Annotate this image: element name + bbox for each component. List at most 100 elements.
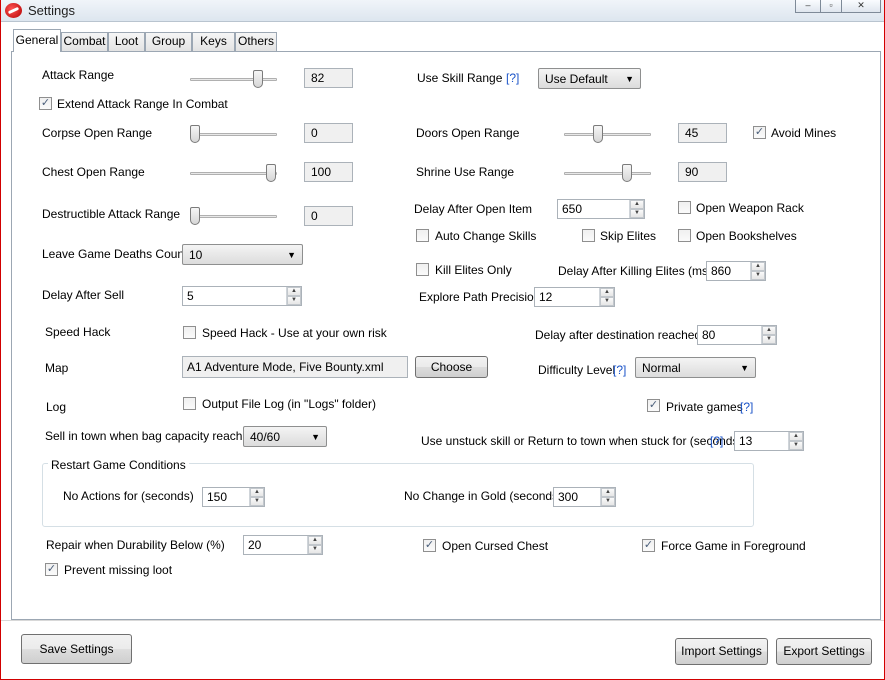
spin-down-button[interactable]: ▼ — [250, 497, 264, 506]
delay-after-destination-input[interactable]: 80 ▲ ▼ — [697, 325, 777, 345]
difficulty-label: Difficulty Level — [538, 363, 616, 377]
explore-path-precision-label: Explore Path Precision — [419, 290, 541, 304]
minimize-button[interactable]: ‒ — [795, 0, 821, 13]
spin-up-button[interactable]: ▲ — [601, 488, 615, 497]
spin-up-button[interactable]: ▲ — [789, 432, 803, 441]
slider-thumb[interactable] — [253, 70, 263, 88]
avoid-mines-checkbox[interactable]: ✓ — [753, 126, 766, 139]
private-games-help[interactable]: [?] — [740, 400, 753, 414]
spin-down-button[interactable]: ▼ — [600, 297, 614, 306]
spin-down-button[interactable]: ▼ — [762, 335, 776, 344]
speed-hack-checkbox-label: Speed Hack - Use at your own risk — [202, 326, 387, 340]
output-file-log-checkbox[interactable] — [183, 397, 196, 410]
sell-in-town-select[interactable]: 40/60 ▼ — [243, 426, 327, 447]
auto-change-skills-label: Auto Change Skills — [435, 229, 537, 243]
doors-open-range-slider[interactable] — [564, 124, 651, 144]
leave-game-deaths-select[interactable]: 10 ▼ — [182, 244, 303, 265]
save-settings-button[interactable]: Save Settings — [21, 634, 132, 664]
no-actions-label: No Actions for (seconds) — [63, 489, 194, 503]
shrine-use-range-slider[interactable] — [564, 163, 651, 183]
open-bookshelves-label: Open Bookshelves — [696, 229, 797, 243]
delay-after-destination-label: Delay after destination reached — [535, 328, 702, 342]
spin-down-button[interactable]: ▼ — [308, 545, 322, 554]
output-file-log-label: Output File Log (in "Logs" folder) — [202, 397, 376, 411]
destructible-attack-range-slider[interactable] — [190, 206, 277, 226]
auto-change-skills-checkbox[interactable] — [416, 229, 429, 242]
slider-thumb[interactable] — [593, 125, 603, 143]
open-cursed-chest-checkbox[interactable]: ✓ — [423, 539, 436, 552]
unstuck-label: Use unstuck skill or Return to town when… — [421, 434, 743, 448]
spin-down-button[interactable]: ▼ — [287, 296, 301, 305]
no-gold-change-input[interactable]: 300 ▲ ▼ — [553, 487, 616, 507]
difficulty-help[interactable]: [?] — [613, 363, 626, 377]
choose-map-button[interactable]: Choose — [415, 356, 488, 378]
leave-game-deaths-label: Leave Game Deaths Count — [42, 247, 188, 261]
close-button[interactable]: ✕ — [841, 0, 881, 13]
speed-hack-checkbox[interactable] — [183, 326, 196, 339]
delay-after-killing-elites-value: 860 — [711, 264, 732, 278]
attack-range-label: Attack Range — [42, 68, 115, 82]
corpse-open-range-slider[interactable] — [190, 124, 277, 144]
import-settings-button[interactable]: Import Settings — [675, 638, 768, 665]
chest-open-range-slider[interactable] — [190, 163, 277, 183]
open-weapon-rack-checkbox[interactable] — [678, 201, 691, 214]
extend-attack-range-checkbox[interactable]: ✓ — [39, 97, 52, 110]
explore-path-precision-input[interactable]: 12 ▲ ▼ — [534, 287, 615, 307]
repair-durability-label: Repair when Durability Below (%) — [46, 538, 225, 552]
spin-up-button[interactable]: ▲ — [250, 488, 264, 497]
delay-after-sell-input[interactable]: 5 ▲ ▼ — [182, 286, 302, 306]
open-cursed-chest-label: Open Cursed Chest — [442, 539, 549, 553]
open-bookshelves-checkbox[interactable] — [678, 229, 691, 242]
repair-durability-input[interactable]: 20 ▲ ▼ — [243, 535, 323, 555]
use-skill-range-select[interactable]: Use Default ▼ — [538, 68, 641, 89]
spin-down-button[interactable]: ▼ — [751, 271, 765, 280]
unstuck-help[interactable]: [?] — [710, 434, 723, 448]
slider-thumb[interactable] — [190, 207, 200, 225]
tab-loot[interactable]: Loot — [108, 32, 145, 51]
map-path-field[interactable]: A1 Adventure Mode, Five Bounty.xml — [182, 356, 408, 378]
attack-range-value: 82 — [304, 68, 353, 88]
spin-down-button[interactable]: ▼ — [601, 497, 615, 506]
kill-elites-only-checkbox[interactable] — [416, 263, 429, 276]
tab-keys[interactable]: Keys — [192, 32, 235, 51]
force-foreground-checkbox[interactable]: ✓ — [642, 539, 655, 552]
use-skill-range-selected: Use Default — [545, 72, 608, 86]
slider-thumb[interactable] — [622, 164, 632, 182]
spin-down-button[interactable]: ▼ — [630, 209, 644, 218]
app-logo-icon — [5, 3, 22, 18]
spin-up-button[interactable]: ▲ — [287, 287, 301, 296]
difficulty-select[interactable]: Normal ▼ — [635, 357, 756, 378]
tab-general[interactable]: General — [13, 29, 61, 52]
sell-in-town-selected: 40/60 — [250, 430, 281, 444]
skip-elites-checkbox[interactable] — [582, 229, 595, 242]
tab-others[interactable]: Others — [235, 32, 277, 51]
spin-up-button[interactable]: ▲ — [630, 200, 644, 209]
no-actions-input[interactable]: 150 ▲ ▼ — [202, 487, 265, 507]
unstuck-seconds-input[interactable]: 13 ▲ ▼ — [734, 431, 804, 451]
spin-up-button[interactable]: ▲ — [308, 536, 322, 545]
open-weapon-rack-label: Open Weapon Rack — [696, 201, 804, 215]
maximize-button[interactable]: ▫ — [820, 0, 842, 13]
slider-thumb[interactable] — [190, 125, 200, 143]
spin-down-button[interactable]: ▼ — [789, 441, 803, 450]
spin-up-button[interactable]: ▲ — [600, 288, 614, 297]
no-gold-change-value: 300 — [558, 490, 579, 504]
use-skill-range-help[interactable]: [?] — [506, 71, 519, 85]
tab-combat[interactable]: Combat — [61, 32, 108, 51]
export-settings-button[interactable]: Export Settings — [776, 638, 872, 665]
chest-open-range-label: Chest Open Range — [42, 165, 145, 179]
spin-up-button[interactable]: ▲ — [762, 326, 776, 335]
slider-thumb[interactable] — [266, 164, 276, 182]
corpse-open-range-value: 0 — [304, 123, 353, 143]
attack-range-slider[interactable] — [190, 69, 277, 89]
delay-after-killing-elites-input[interactable]: 860 ▲ ▼ — [706, 261, 766, 281]
spin-up-button[interactable]: ▲ — [751, 262, 765, 271]
delay-after-open-item-label: Delay After Open Item — [414, 202, 533, 216]
prevent-missing-loot-checkbox[interactable]: ✓ — [45, 563, 58, 576]
doors-open-range-value: 45 — [678, 123, 727, 143]
delay-after-open-item-input[interactable]: 650 ▲ ▼ — [557, 199, 645, 219]
sell-in-town-label: Sell in town when bag capacity reaches — [45, 429, 256, 443]
private-games-checkbox[interactable]: ✓ — [647, 399, 660, 412]
destructible-attack-range-label: Destructible Attack Range — [42, 207, 181, 221]
tab-group[interactable]: Group — [145, 32, 192, 51]
